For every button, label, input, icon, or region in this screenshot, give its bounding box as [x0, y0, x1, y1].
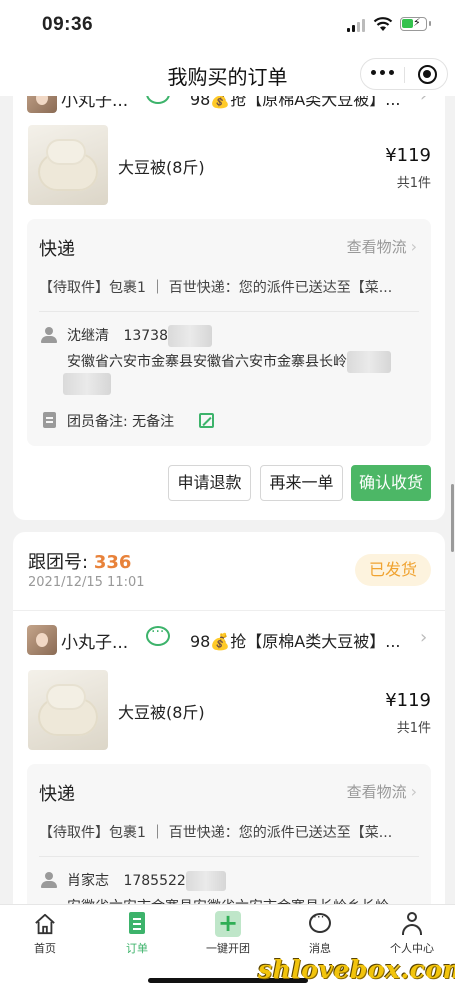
- tab-label: 个人中心: [390, 942, 434, 955]
- user-icon: [399, 911, 425, 937]
- group-title: 98💰抢【原棉A类大豆被】...: [190, 632, 401, 651]
- address-text: 安徽省六安市金寨县安徽省六安市金寨县长岭: [67, 354, 347, 370]
- status-time: 09:36: [42, 14, 94, 35]
- order-icon: [129, 912, 145, 934]
- divider: [39, 311, 419, 312]
- product-thumbnail: [28, 125, 108, 205]
- status-badge: 已发货: [355, 554, 431, 586]
- chevron-right-icon: ›: [410, 237, 417, 256]
- redaction-blur: [63, 373, 111, 395]
- chevron-right-icon: ›: [410, 782, 417, 801]
- product-quantity: 共1件: [396, 176, 431, 191]
- message-icon: [309, 910, 331, 933]
- redaction-blur: [185, 871, 226, 891]
- product-price: ¥119: [385, 690, 431, 711]
- tab-label: 消息: [309, 942, 331, 955]
- edit-note-icon[interactable]: [199, 413, 214, 428]
- member-note: 团员备注: 无备注: [67, 414, 175, 430]
- express-panel: 快递 查看物流 › 【待取件】包裹1 ｜ 百世快递：您的派件已送达至【菜... 沈…: [27, 219, 431, 446]
- recipient-phone: 1785522: [123, 873, 186, 889]
- product-row[interactable]: 大豆被(8斤) ¥119 共1件: [13, 123, 445, 207]
- reorder-button[interactable]: 再来一单: [260, 465, 343, 501]
- view-logistics-label: 查看物流: [346, 783, 407, 801]
- order-time: 2021/12/15 11:01: [28, 575, 145, 590]
- tab-label: 订单: [126, 942, 148, 955]
- recipient-phone: 13738: [123, 328, 168, 344]
- product-quantity: 共1件: [396, 721, 431, 736]
- group-label: 跟团号:: [28, 552, 89, 573]
- home-icon: [35, 913, 55, 935]
- note-icon: [43, 412, 56, 428]
- tab-label: 一键开团: [206, 942, 250, 955]
- recipient-contact: 沈继清 13738: [67, 325, 212, 347]
- group-number-label: 跟团号: 336: [28, 548, 131, 574]
- recipient-name: 沈继清: [67, 328, 109, 344]
- chevron-right-icon: ›: [420, 627, 428, 648]
- group-seller-row[interactable]: 小丸子... 98💰抢【原棉A类大豆被】... ›: [13, 612, 445, 668]
- tab-profile[interactable]: 个人中心: [377, 911, 447, 956]
- redaction-blur: [347, 351, 391, 373]
- seller-avatar: [27, 625, 57, 655]
- miniprogram-capsule: [360, 58, 448, 90]
- view-logistics-link[interactable]: 查看物流 ›: [347, 781, 417, 802]
- scrollbar[interactable]: [451, 484, 454, 552]
- watermark: shlovebox.com: [258, 955, 455, 984]
- person-icon: [41, 327, 57, 343]
- divider: [39, 856, 419, 857]
- recipient-name: 肖家志: [67, 873, 109, 889]
- more-icon[interactable]: [371, 70, 394, 75]
- close-miniprogram-icon[interactable]: [418, 65, 437, 84]
- divider: [13, 610, 445, 611]
- person-icon: [41, 872, 57, 888]
- refund-button[interactable]: 申请退款: [168, 465, 251, 501]
- address-blur-line: [63, 373, 111, 395]
- cellular-signal-icon: [347, 19, 365, 32]
- tab-orders[interactable]: 订单: [102, 911, 172, 956]
- product-name: 大豆被(8斤): [118, 703, 205, 722]
- view-logistics-link[interactable]: 查看物流 ›: [347, 236, 417, 257]
- product-thumbnail: [28, 670, 108, 750]
- view-logistics-label: 查看物流: [346, 238, 407, 256]
- tab-start-group[interactable]: + 一键开团: [193, 911, 263, 956]
- express-title: 快递: [39, 239, 75, 260]
- battery-charging-icon: ⚡: [400, 16, 431, 31]
- status-bar: 09:36 ⚡: [0, 0, 455, 52]
- product-row[interactable]: 大豆被(8斤) ¥119 共1件: [13, 668, 445, 752]
- wifi-icon: [373, 17, 393, 31]
- plus-icon: +: [215, 911, 241, 937]
- chat-icon[interactable]: [146, 624, 170, 646]
- nav-bar: 我购买的订单: [0, 52, 455, 96]
- tab-home[interactable]: 首页: [10, 911, 80, 956]
- product-name: 大豆被(8斤): [118, 158, 205, 177]
- tab-label: 首页: [34, 942, 56, 955]
- express-status: 【待取件】包裹1 ｜ 百世快递：您的派件已送达至【菜...: [39, 280, 393, 296]
- tab-messages[interactable]: 消息: [285, 910, 355, 956]
- product-price: ¥119: [385, 145, 431, 166]
- seller-name: 小丸子...: [61, 633, 129, 653]
- redaction-blur: [168, 325, 212, 347]
- order-card: 小丸子... 98💰抢【原棉A类大豆被】... › 大豆被(8斤) ¥119 共…: [13, 70, 445, 520]
- recipient-contact: 肖家志 1785522: [67, 870, 226, 891]
- recipient-address: 安徽省六安市金寨县安徽省六安市金寨县长岭: [67, 351, 391, 373]
- express-status: 【待取件】包裹1 ｜ 百世快递：您的派件已送达至【菜...: [39, 825, 393, 841]
- confirm-receipt-button[interactable]: 确认收货: [351, 465, 431, 501]
- group-number: 336: [93, 552, 132, 573]
- express-title: 快递: [39, 784, 75, 805]
- order-card: 跟团号: 336 2021/12/15 11:01 已发货 小丸子... 98💰…: [13, 532, 445, 952]
